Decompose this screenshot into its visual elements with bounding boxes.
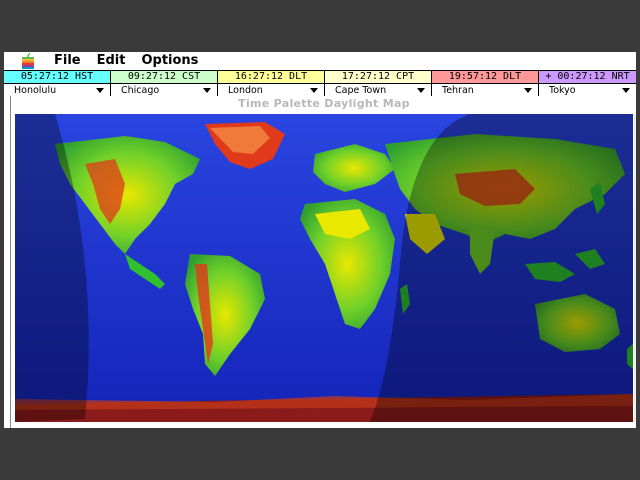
clock-chicago: 09:27:12 CST Chicago [111,71,218,97]
clock-honolulu: 05:27:12 HST Honolulu [4,71,111,97]
chevron-down-icon [310,88,318,93]
scrollbar[interactable] [634,114,636,422]
city-label: Cape Town [335,85,387,96]
menu-bar: File Edit Options [4,52,636,70]
menu-file[interactable]: File [46,52,89,70]
chevron-down-icon [417,88,425,93]
clock-time: 17:27:12 CPT [325,71,431,84]
window-title[interactable]: Time Palette Daylight Map [11,96,636,112]
daylight-map-window: Time Palette Daylight Map [10,96,636,428]
clock-time: 16:27:12 DLT [218,71,324,84]
city-label: Chicago [121,85,160,96]
clock-time: 19:57:12 DLT [432,71,538,84]
chevron-down-icon [96,88,104,93]
city-label: Honolulu [14,85,57,96]
clock-tokyo: + 00:27:12 NRT Tokyo [539,71,636,97]
world-map-graphic [15,114,633,422]
daylight-map[interactable] [15,114,633,422]
clock-tehran: 19:57:12 DLT Tehran [432,71,539,97]
apple-logo-icon[interactable] [18,52,38,70]
chevron-down-icon [622,88,630,93]
city-label: London [228,85,263,96]
chevron-down-icon [524,88,532,93]
clock-time: 05:27:12 HST [4,71,110,84]
city-label: Tokyo [549,85,576,96]
desktop-screen: File Edit Options 05:27:12 HST Honolulu … [4,52,636,428]
clock-london: 16:27:12 DLT London [218,71,325,97]
clock-time: + 00:27:12 NRT [539,71,636,84]
city-label: Tehran [442,85,474,96]
menu-options[interactable]: Options [133,52,206,70]
clock-cape-town: 17:27:12 CPT Cape Town [325,71,432,97]
menu-edit[interactable]: Edit [89,52,134,70]
chevron-down-icon [203,88,211,93]
clock-strip: 05:27:12 HST Honolulu 09:27:12 CST Chica… [4,70,636,97]
clock-time: 09:27:12 CST [111,71,217,84]
